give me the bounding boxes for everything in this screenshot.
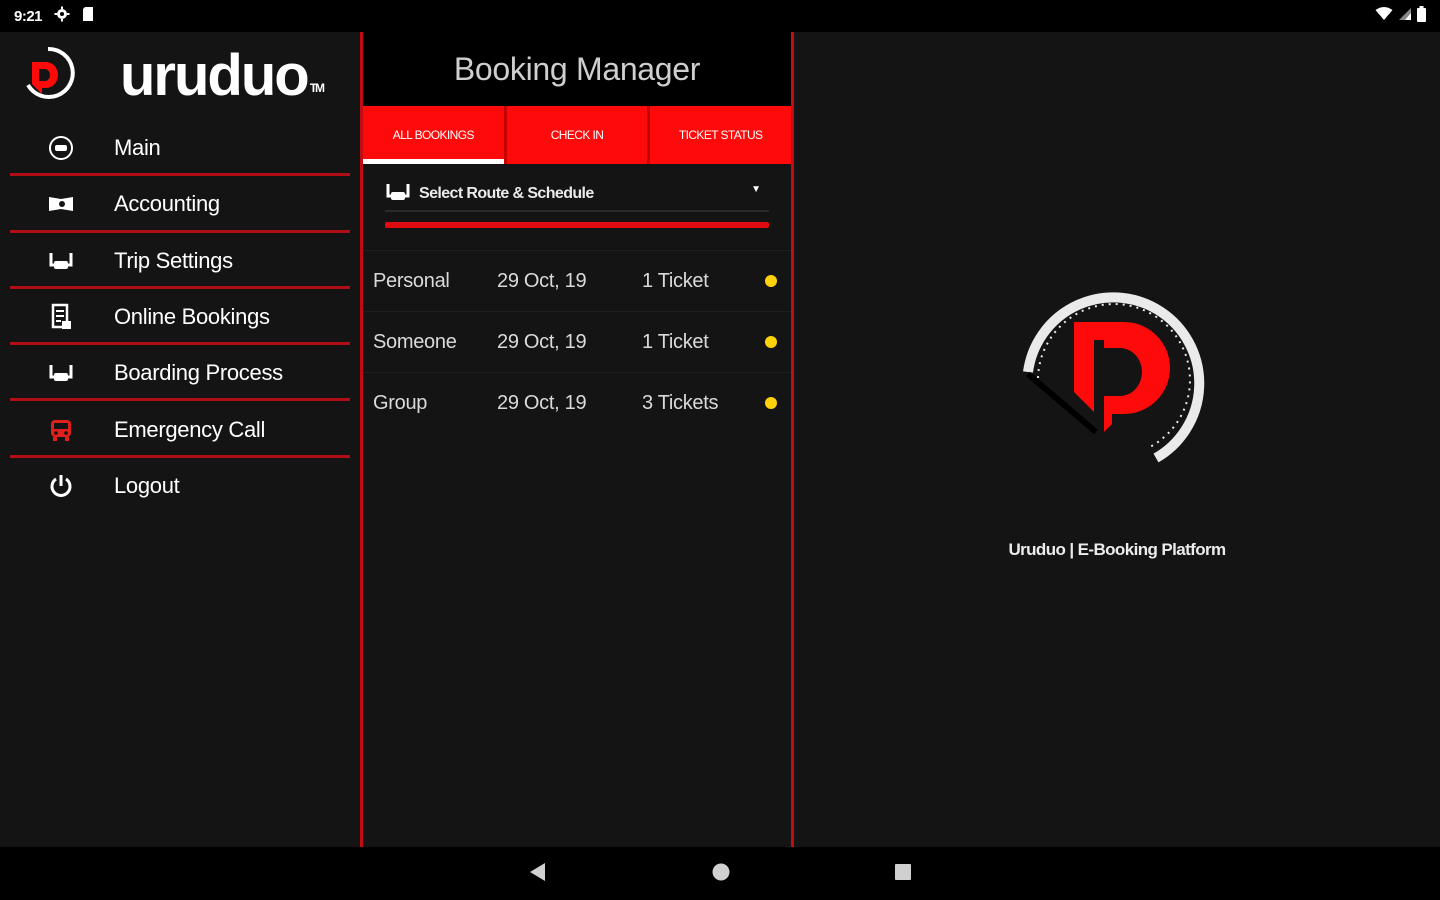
sidebar: uruduo TM Main Accounting Trip Settings O… [0,32,360,847]
bookings-list: Personal 29 Oct, 19 1 Ticket Someone 29 … [363,250,791,433]
route-select-placeholder: Select Route & Schedule [419,185,594,202]
uruduo-logo-icon [18,44,78,107]
status-bar: 9:21 [0,0,1440,32]
sidebar-item-logout[interactable]: Logout [10,458,350,514]
brand-panel: Uruduo | E-Booking Platform [794,32,1440,847]
logo-wordmark: uruduo TM [120,42,325,108]
seat-icon [46,248,76,274]
status-dot [765,336,777,348]
seat-icon [385,179,411,210]
sidebar-item-label: Boarding Process [114,360,283,386]
tab-ticket-status[interactable]: TICKET STATUS [650,106,791,164]
wifi-icon [1375,6,1393,26]
booking-date: 29 Oct, 19 [497,330,587,353]
settings-icon [54,6,70,27]
booking-name: Someone [373,330,457,353]
battery-icon [1417,5,1426,27]
sidebar-item-label: Online Bookings [114,304,270,330]
signal-icon [1399,7,1411,26]
uruduo-emblem-icon [1016,282,1216,477]
booking-tickets: 3 Tickets [642,391,719,414]
booking-name: Personal [373,269,450,292]
sidebar-item-label: Trip Settings [114,247,233,273]
sidebar-item-label: Logout [114,472,180,498]
route-select-section: Select Route & Schedule ▼ [363,164,791,250]
system-nav-bar [0,847,1440,900]
route-schedule-dropdown[interactable]: Select Route & Schedule ▼ [385,178,769,212]
booking-tickets: 1 Ticket [642,330,709,353]
route-underline [385,222,769,228]
status-dot [765,275,777,287]
app-logo: uruduo TM [18,42,325,108]
sd-card-icon [82,6,94,27]
status-dot [765,397,777,409]
home-icon [46,135,76,161]
booking-manager-panel: Booking Manager ALL BOOKINGS CHECK IN TI… [363,32,791,847]
receipt-icon [46,303,76,330]
booking-date: 29 Oct, 19 [497,391,587,414]
chevron-down-icon: ▼ [751,184,761,195]
recents-icon[interactable] [892,859,914,890]
booking-tickets: 1 Ticket [642,269,709,292]
sidebar-item-main[interactable]: Main [10,120,350,177]
booking-name: Group [373,391,428,414]
power-icon [46,473,76,499]
tab-check-in[interactable]: CHECK IN [507,106,651,164]
tab-all-bookings[interactable]: ALL BOOKINGS [363,106,507,164]
list-item[interactable]: Group 29 Oct, 19 3 Tickets [363,372,791,433]
booking-tabs: ALL BOOKINGS CHECK IN TICKET STATUS [363,106,791,164]
platform-label: Uruduo | E-Booking Platform [1008,540,1226,559]
sidebar-item-emergency-call[interactable]: Emergency Call [10,401,350,459]
sidebar-item-boarding-process[interactable]: Boarding Process [10,345,350,402]
bus-icon [46,417,76,443]
sidebar-item-trip-settings[interactable]: Trip Settings [10,233,350,290]
page-title: Booking Manager [363,32,791,106]
sidebar-nav: Main Accounting Trip Settings Online Boo… [10,120,350,514]
status-time: 9:21 [14,7,43,25]
list-item[interactable]: Personal 29 Oct, 19 1 Ticket [363,250,791,311]
booking-date: 29 Oct, 19 [497,269,587,292]
list-item[interactable]: Someone 29 Oct, 19 1 Ticket [363,311,791,372]
seat-icon [46,360,76,386]
sidebar-item-label: Emergency Call [114,416,266,442]
sidebar-item-label: Accounting [114,191,220,217]
cash-icon [46,191,76,217]
sidebar-item-online-bookings[interactable]: Online Bookings [10,289,350,346]
back-icon[interactable] [527,859,547,890]
sidebar-item-label: Main [114,135,161,161]
home-button-icon[interactable] [710,859,732,890]
sidebar-item-accounting[interactable]: Accounting [10,176,350,233]
